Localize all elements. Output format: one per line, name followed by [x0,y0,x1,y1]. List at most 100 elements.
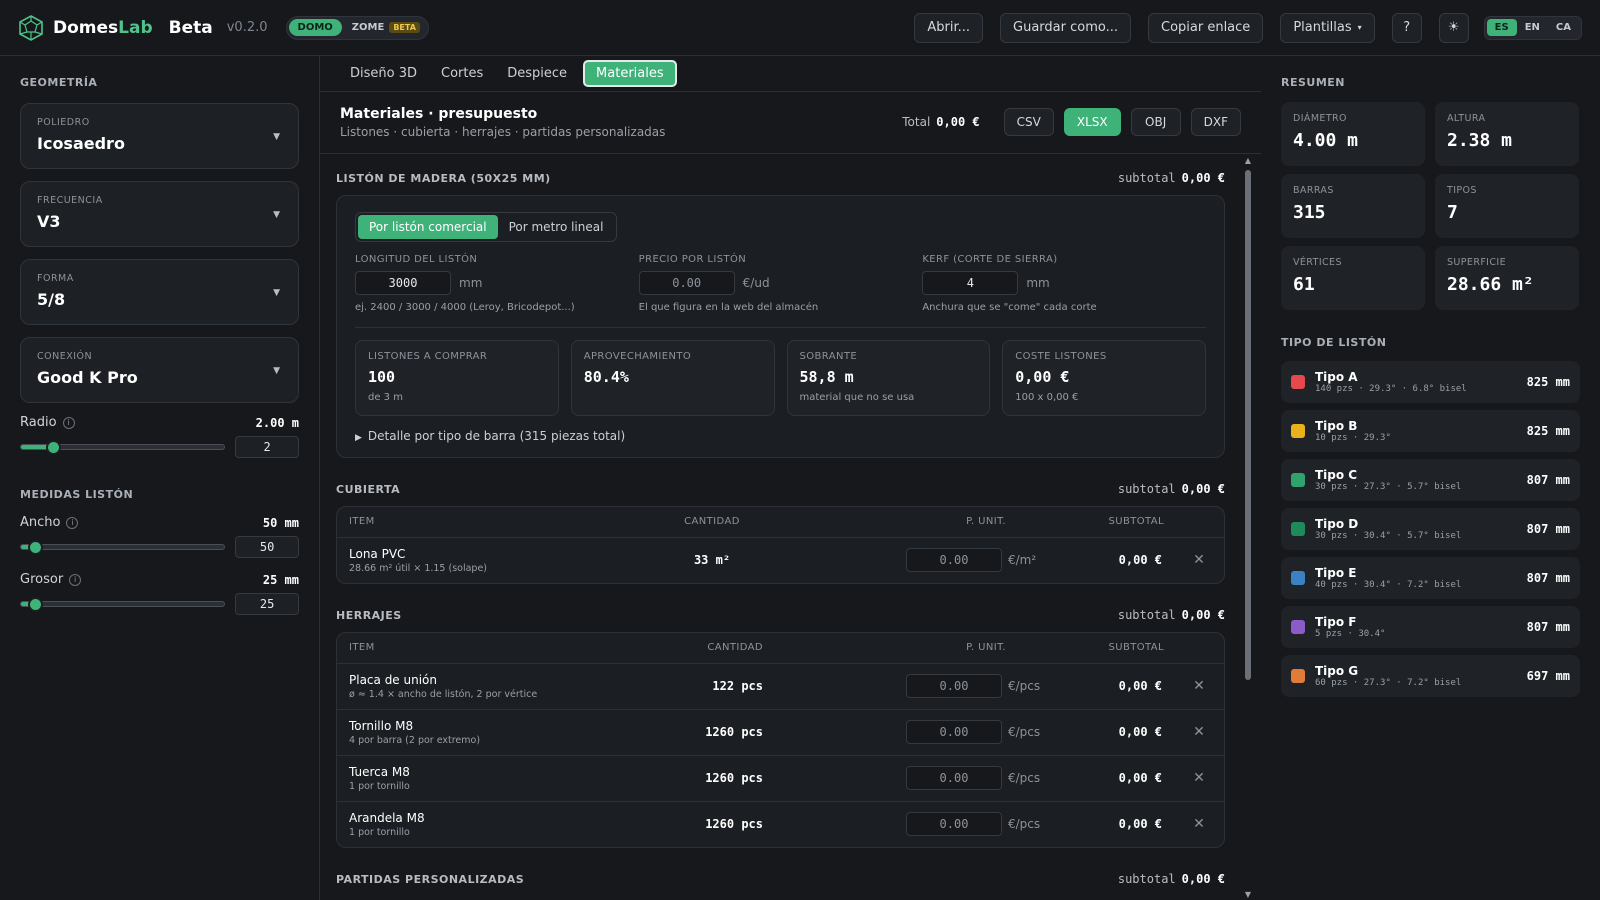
stat-card: APROVECHAMIENTO 80.4% [570,340,775,416]
field-help: Anchura que se "come" cada corte [922,302,1097,313]
type-row[interactable]: Tipo B 10 pzs · 29.3° 825 mm [1281,410,1580,452]
polyhedron-select[interactable]: POLIEDRO Icosaedro ▼ [20,103,299,169]
type-name: Tipo F [1315,615,1357,629]
kerf-input[interactable]: 4 [922,271,1019,295]
summary-title: RESUMEN [1281,76,1346,89]
type-row[interactable]: Tipo D 30 pzs · 30.4° · 5.7° bisel 807 mm [1281,508,1580,550]
type-row[interactable]: Tipo F5 pzs · 30.4° 807 mm [1281,606,1580,648]
width-label-wrap: Ancho i [20,515,79,530]
measures-title: MEDIDAS LISTÓN [20,488,134,501]
remove-icon[interactable]: ✕ [1174,709,1224,756]
remove-icon[interactable]: ✕ [1174,755,1224,802]
mode-domo-button[interactable]: DOMO [288,19,342,36]
width-label: Ancho [20,515,61,530]
thickness-label: Grosor [20,572,64,587]
info-icon[interactable]: i [66,516,79,529]
mode-zome-button[interactable]: ZOME BETA [342,19,426,36]
lang-es-button[interactable]: ES [1486,19,1517,36]
stat-help: 100 x 0,00 € [1015,392,1079,403]
price-unit: €/pcs [1008,817,1041,832]
templates-button[interactable]: Plantillas ▾ [1280,12,1375,43]
width-input[interactable]: 50 [235,536,299,558]
slider-thumb[interactable] [46,440,61,455]
item-note: 28.66 m² útil × 1.15 (solape) [349,562,488,574]
info-icon[interactable]: i [69,573,82,586]
copy-link-button[interactable]: Copiar enlace [1148,12,1264,43]
summary-value: 2.38 m [1447,130,1513,151]
remove-icon[interactable]: ✕ [1174,801,1224,847]
item-note: 1 por tornillo [349,826,410,838]
type-color-swatch [1291,375,1305,389]
type-row[interactable]: Tipo G 60 pzs · 27.3° · 7.2° bisel 697 mm [1281,655,1580,697]
liston-length-input[interactable]: 3000 [355,271,451,295]
bar-detail-toggle[interactable]: ▶ Detalle por tipo de barra (315 piezas t… [337,416,1224,457]
help-button[interactable]: ? [1391,12,1422,43]
remove-icon[interactable]: ✕ [1174,537,1224,583]
type-row[interactable]: Tipo C 30 pzs · 27.3° · 5.7° bisel 807 mm [1281,459,1580,501]
item-subtotal: 0,00 € [1054,663,1174,710]
lang-ca-button[interactable]: CA [1548,19,1579,36]
lang-en-button[interactable]: EN [1517,19,1548,36]
save-as-button[interactable]: Guardar como... [1000,12,1131,43]
radius-slider[interactable] [20,440,226,455]
type-row[interactable]: Tipo A 140 pzs · 29.3° · 6.8° bisel 825 mm [1281,361,1580,403]
thickness-input[interactable]: 25 [235,593,299,615]
scroll-down-icon[interactable]: ▼ [1243,890,1253,900]
slider-thumb[interactable] [28,540,43,555]
export-xlsx-button[interactable]: XLSX [1063,108,1121,136]
scroll-up-icon[interactable]: ▲ [1243,156,1253,166]
liston-price-input[interactable]: 0.00 [638,271,735,295]
type-color-swatch [1291,424,1305,438]
item-name: Tornillo M8 [349,718,414,733]
unit-price-input[interactable]: 0.00 [906,720,1002,744]
shape-select[interactable]: FORMA 5/8 ▼ [20,259,299,325]
tab-cuts[interactable]: Cortes [429,60,495,87]
thickness-slider[interactable] [20,597,226,612]
tab-breakdown[interactable]: Despiece [495,60,579,87]
open-button[interactable]: Abrir... [914,12,984,43]
type-desc: 5 pzs · 30.4° [1315,629,1386,639]
polyhedron-label: POLIEDRO [37,117,90,128]
liston-length-field: LONGITUD DEL LISTÓN 3000 mm ej. 2400 / 30… [355,254,639,313]
type-color-swatch [1291,669,1305,683]
export-obj-button[interactable]: OBJ [1130,108,1181,136]
radius-label-wrap: Radio i [20,415,75,430]
frequency-select[interactable]: FRECUENCIA V3 ▼ [20,181,299,247]
connection-select[interactable]: CONEXIÓN Good K Pro ▼ [20,337,299,403]
unit-price-input[interactable]: 0.00 [906,674,1002,698]
tab-design-3d[interactable]: Diseño 3D [338,60,429,87]
export-dxf-button[interactable]: DXF [1190,108,1241,136]
type-color-swatch [1291,620,1305,634]
item-name: Tuerca M8 [349,764,410,779]
type-row[interactable]: Tipo E 40 pzs · 30.4° · 7.2° bisel 807 mm [1281,557,1580,599]
col-unit-price: P. UNIT. [787,507,1054,538]
scrollbar-thumb[interactable] [1245,170,1251,680]
per-liston-button[interactable]: Por listón comercial [358,215,498,239]
app-header: DomesLab Beta v0.2.0 DOMO ZOME BETA Abrir… [0,0,1600,56]
item-name: Lona PVC [349,546,406,561]
radius-input[interactable]: 2 [235,436,299,458]
materials-scroll-area[interactable]: LISTÓN DE MADERA (50X25 MM) subtotal 0,00… [320,154,1261,900]
unit-price-input[interactable]: 0.00 [906,812,1002,837]
col-unit-price: P. UNIT. [787,633,1054,664]
theme-toggle-button[interactable]: ☀ [1438,12,1469,43]
item-note: ø ≈ 1.4 × ancho de listón, 2 por vértice [349,688,538,700]
item-subtotal: 0,00 € [1118,553,1162,568]
tab-materials[interactable]: Materiales [583,60,677,87]
export-csv-button[interactable]: CSV [1003,108,1054,136]
slider-thumb[interactable] [28,597,43,612]
remove-icon[interactable]: ✕ [1174,663,1224,710]
subtotal-value: 0,00 € [1181,171,1225,185]
width-slider[interactable] [20,540,226,555]
type-desc: 60 pzs · 27.3° · 7.2° bisel [1315,678,1462,688]
per-meter-button[interactable]: Por metro lineal [498,215,615,239]
herrajes-table: ITEM CANTIDAD P. UNIT. SUBTOTAL Placa de… [337,633,1224,847]
info-icon[interactable]: i [62,416,75,429]
type-name: Tipo G [1315,664,1359,678]
unit-price-input[interactable]: 0.00 [906,766,1002,790]
left-sidebar: GEOMETRÍA POLIEDRO Icosaedro ▼ FRECUENCI… [0,56,320,900]
summary-value: 28.66 m² [1447,274,1534,295]
vertical-scrollbar[interactable]: ▲ ▼ [1243,156,1253,900]
unit-price-input[interactable]: 0.00 [906,548,1002,573]
stat-value: 0,00 € [1015,368,1070,386]
